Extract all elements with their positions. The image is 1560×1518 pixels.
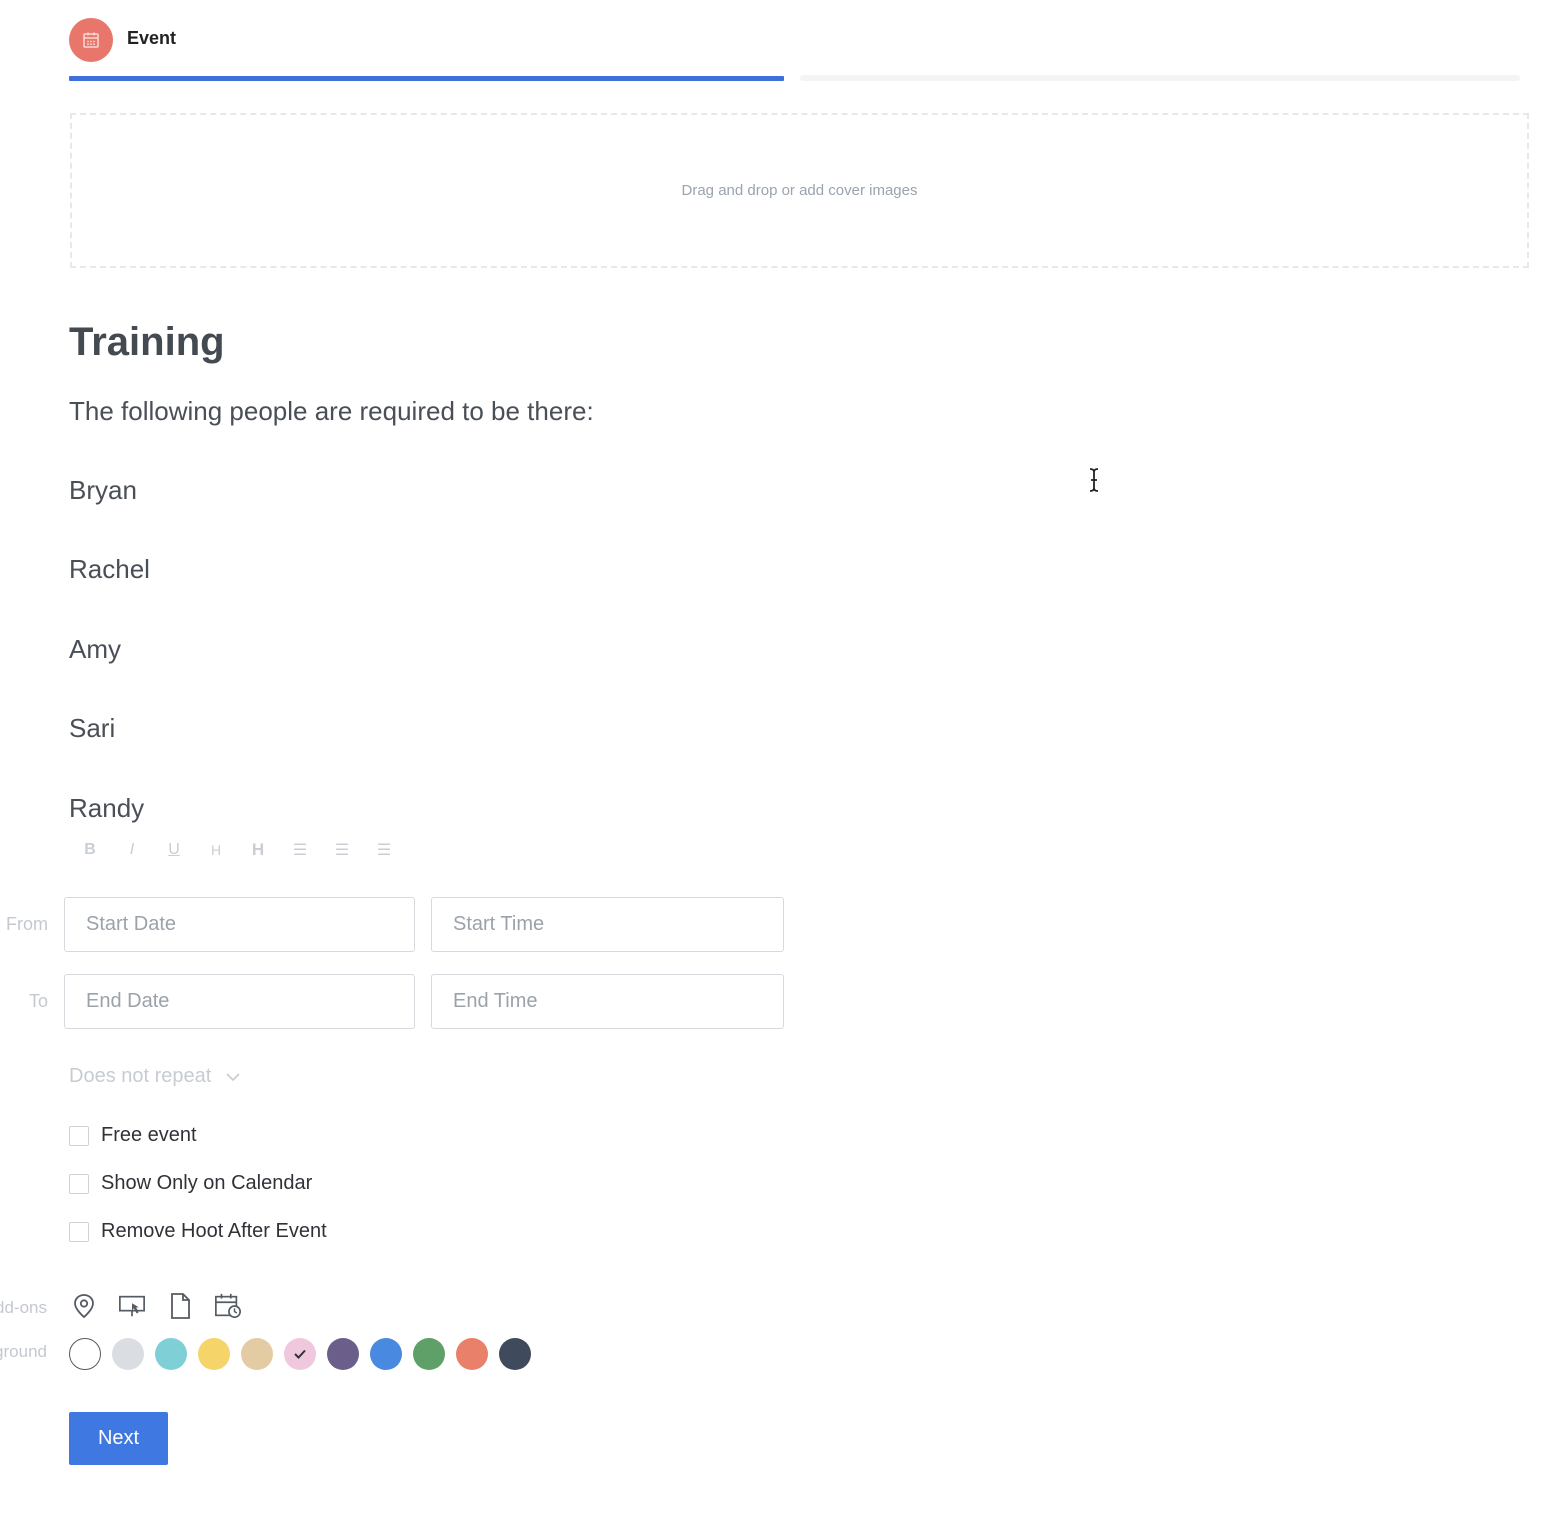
addons-toolbar <box>70 1292 242 1320</box>
color-swatch[interactable] <box>284 1338 316 1370</box>
color-swatch[interactable] <box>155 1338 187 1370</box>
repeat-dropdown[interactable]: Does not repeat <box>69 1065 241 1088</box>
chevron-down-icon <box>226 1072 240 1081</box>
attendee-name[interactable]: Sari <box>69 713 115 744</box>
addons-label: Add-ons <box>0 1298 47 1317</box>
free-event-label: Free event <box>101 1124 197 1146</box>
color-swatch[interactable] <box>499 1338 531 1370</box>
attendee-name[interactable]: Amy <box>69 634 121 665</box>
heading-small-button[interactable]: H <box>206 842 226 858</box>
attendee-name[interactable]: Randy <box>69 793 144 824</box>
indent-button[interactable]: ☰ <box>290 840 310 860</box>
background-label: Background <box>0 1342 47 1361</box>
to-label: To <box>28 991 48 1011</box>
color-swatch[interactable] <box>370 1338 402 1370</box>
progress-active-segment <box>69 76 784 81</box>
attendee-name[interactable]: Rachel <box>69 554 150 585</box>
remove-hoot-option[interactable]: Remove Hoot After Event <box>69 1220 327 1243</box>
cover-image-dropzone[interactable]: Drag and drop or add cover images <box>70 113 1529 268</box>
italic-button[interactable]: I <box>122 841 142 859</box>
underline-button[interactable]: U <box>164 841 184 859</box>
formatting-toolbar: B I U H H ☰ ☰ ☰ <box>80 838 394 862</box>
remove-hoot-checkbox[interactable] <box>69 1221 89 1242</box>
event-step-icon <box>69 18 113 62</box>
next-button[interactable]: Next <box>69 1412 168 1465</box>
color-swatch[interactable] <box>69 1338 101 1370</box>
calendar-icon <box>83 32 99 48</box>
location-pin-icon[interactable] <box>70 1292 98 1320</box>
start-time-input[interactable]: Start Time <box>431 897 784 952</box>
cover-dropzone-text: Drag and drop or add cover images <box>681 182 918 199</box>
color-swatch[interactable] <box>327 1338 359 1370</box>
attendee-name[interactable]: Bryan <box>69 475 137 506</box>
progress-remaining-segment <box>800 75 1520 81</box>
color-swatch[interactable] <box>112 1338 144 1370</box>
remove-hoot-label: Remove Hoot After Event <box>101 1220 327 1242</box>
bulleted-list-button[interactable]: ☰ <box>332 840 352 860</box>
heading-large-button[interactable]: H <box>248 840 268 860</box>
step-label: Event <box>127 28 177 48</box>
color-swatch[interactable] <box>198 1338 230 1370</box>
event-description-intro[interactable]: The following people are required to be … <box>69 396 594 427</box>
document-icon[interactable] <box>166 1292 194 1320</box>
bold-button[interactable]: B <box>80 841 100 859</box>
repeat-value: Does not repeat <box>69 1065 212 1087</box>
presentation-icon[interactable] <box>118 1292 146 1320</box>
start-date-input[interactable]: Start Date <box>64 897 415 952</box>
end-time-input[interactable]: End Time <box>431 974 784 1029</box>
color-swatch[interactable] <box>413 1338 445 1370</box>
show-only-calendar-checkbox[interactable] <box>69 1173 89 1194</box>
free-event-checkbox[interactable] <box>69 1125 89 1146</box>
text-cursor-icon <box>1089 468 1099 492</box>
checkmark-icon <box>294 1349 306 1359</box>
background-color-picker <box>69 1338 531 1370</box>
event-title[interactable]: Training <box>69 320 225 365</box>
numbered-list-button[interactable]: ☰ <box>374 840 394 860</box>
color-swatch[interactable] <box>456 1338 488 1370</box>
show-only-calendar-option[interactable]: Show Only on Calendar <box>69 1172 312 1195</box>
show-only-calendar-label: Show Only on Calendar <box>101 1172 313 1194</box>
from-label: From <box>6 914 48 934</box>
color-swatch[interactable] <box>241 1338 273 1370</box>
calendar-clock-icon[interactable] <box>214 1292 242 1320</box>
free-event-option[interactable]: Free event <box>69 1124 197 1147</box>
end-date-input[interactable]: End Date <box>64 974 415 1029</box>
